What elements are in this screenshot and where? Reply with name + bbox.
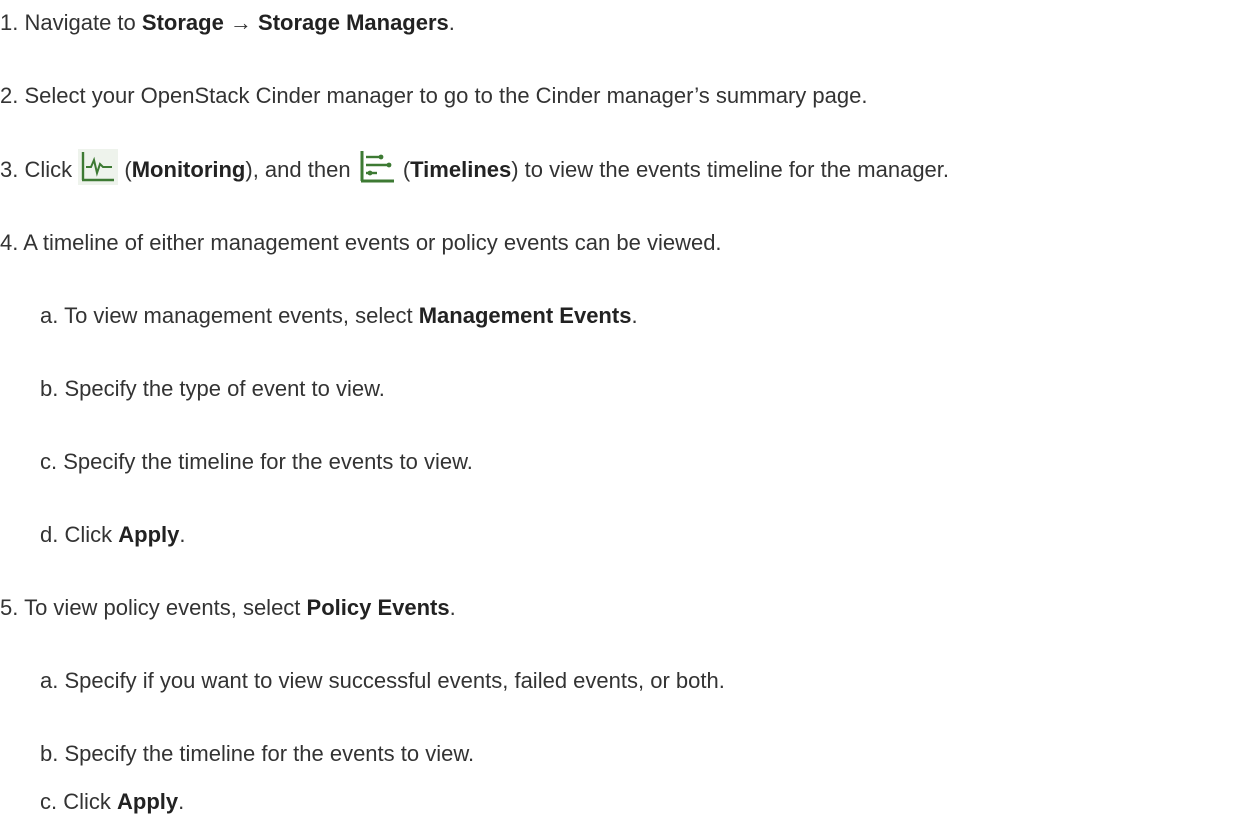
- step-4c: c. Specify the timeline for the events t…: [40, 448, 473, 476]
- period: .: [449, 595, 456, 620]
- step-number: 2.: [0, 83, 19, 108]
- step-5c: c. Click Apply.: [40, 788, 184, 816]
- sub-letter: c.: [40, 449, 58, 474]
- paren: (: [124, 156, 132, 182]
- sub-text: Click: [63, 789, 118, 814]
- step-4a: a. To view management events, select Man…: [40, 302, 638, 330]
- step-text: ), and then: [245, 156, 351, 182]
- monitoring-label: Monitoring: [131, 156, 246, 182]
- sub-letter: d.: [40, 522, 59, 547]
- apply-label: Apply: [117, 789, 179, 814]
- step-5: 5. To view policy events, select Policy …: [0, 594, 456, 622]
- step-1: 1. Navigate to Storage → Storage Manager…: [0, 9, 455, 37]
- sub-letter: a.: [40, 668, 59, 693]
- period: .: [448, 10, 455, 35]
- sub-text: To view management events, select: [64, 303, 419, 328]
- arrow-separator: →: [223, 10, 259, 35]
- sub-text: Specify the timeline for the events to v…: [64, 741, 475, 766]
- period: .: [178, 789, 185, 814]
- period: .: [631, 303, 638, 328]
- sub-letter: b.: [40, 376, 59, 401]
- step-text: Navigate to: [24, 10, 142, 35]
- step-text: ) to view the events timeline for the ma…: [511, 156, 950, 182]
- step-number: 3.: [0, 156, 19, 182]
- management-events-label: Management Events: [418, 303, 632, 328]
- period: .: [179, 522, 186, 547]
- step-5a: a. Specify if you want to view successfu…: [40, 667, 725, 695]
- menu-storage-managers: Storage Managers: [258, 10, 449, 35]
- step-5b: b. Specify the timeline for the events t…: [40, 740, 474, 768]
- step-number: 4.: [0, 230, 19, 255]
- policy-events-label: Policy Events: [306, 595, 450, 620]
- step-3: 3. Click (Monitoring), and then (Timelin…: [0, 149, 950, 189]
- menu-storage: Storage: [141, 10, 224, 35]
- timelines-label: Timelines: [410, 156, 512, 182]
- sub-letter: b.: [40, 741, 59, 766]
- step-text: Select your OpenStack Cinder manager to …: [24, 83, 868, 108]
- step-text: A timeline of either management events o…: [23, 230, 722, 255]
- sub-text: Specify the type of event to view.: [64, 376, 385, 401]
- step-text: To view policy events, select: [24, 595, 307, 620]
- step-4b: b. Specify the type of event to view.: [40, 375, 385, 403]
- sub-text: Specify if you want to view successful e…: [64, 668, 725, 693]
- sub-letter: a.: [40, 303, 59, 328]
- step-number: 1.: [0, 10, 19, 35]
- step-4: 4. A timeline of either management event…: [0, 229, 722, 257]
- sub-text: Specify the timeline for the events to v…: [63, 449, 473, 474]
- step-4d: d. Click Apply.: [40, 521, 186, 549]
- step-text: Click: [24, 156, 73, 182]
- step-number: 5.: [0, 595, 19, 620]
- timelines-icon: [357, 149, 397, 185]
- sub-text: Click: [64, 522, 119, 547]
- monitoring-chart-icon: [78, 149, 119, 185]
- step-2: 2. Select your OpenStack Cinder manager …: [0, 82, 867, 110]
- apply-label: Apply: [118, 522, 180, 547]
- sub-letter: c.: [40, 789, 58, 814]
